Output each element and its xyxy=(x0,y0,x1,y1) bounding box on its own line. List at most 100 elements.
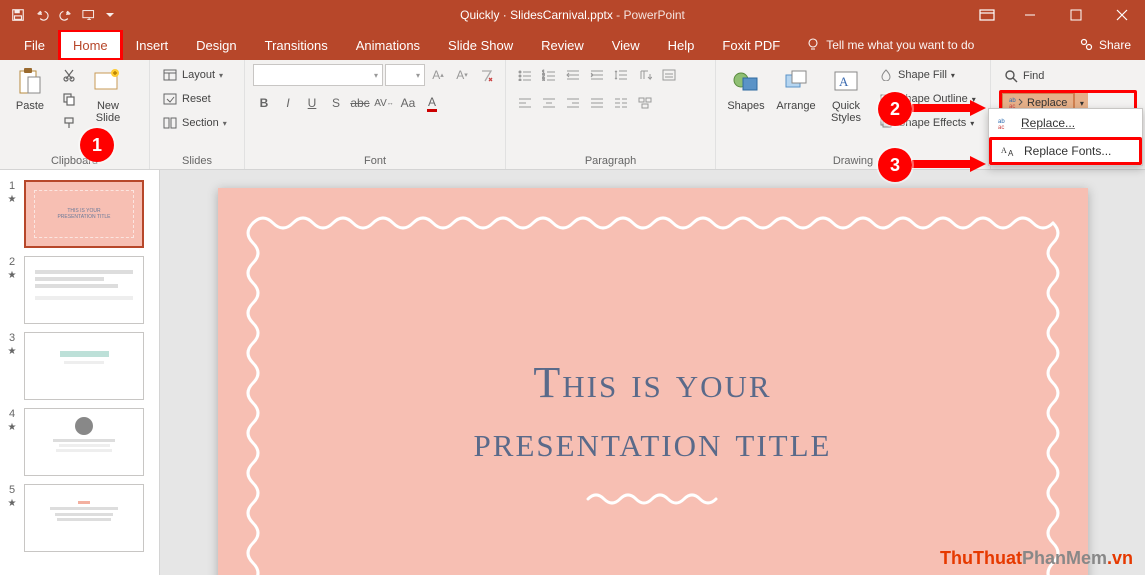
tab-transitions[interactable]: Transitions xyxy=(251,30,342,60)
tab-design[interactable]: Design xyxy=(182,30,250,60)
paste-button[interactable]: Paste xyxy=(8,64,52,112)
slide-thumbnail-5[interactable] xyxy=(24,484,144,552)
slide-thumbnail-2[interactable] xyxy=(24,256,144,324)
reset-button[interactable]: Reset xyxy=(158,88,231,110)
align-left-icon[interactable] xyxy=(514,92,536,114)
app-name: - PowerPoint xyxy=(613,8,685,22)
replace-icon: abac xyxy=(997,115,1013,131)
shape-fill-button[interactable]: Shape Fill ▾ xyxy=(874,64,980,86)
tab-file[interactable]: File xyxy=(10,30,59,60)
columns-icon[interactable] xyxy=(610,92,632,114)
svg-text:A: A xyxy=(1001,146,1007,155)
align-right-icon[interactable] xyxy=(562,92,584,114)
decrease-indent-icon[interactable] xyxy=(562,64,584,86)
arrange-button[interactable]: Arrange xyxy=(774,64,818,112)
title-bar: Quickly · SlidesCarnival.pptx - PowerPoi… xyxy=(0,0,1145,30)
align-text-icon[interactable] xyxy=(658,64,680,86)
underline-icon[interactable]: U xyxy=(301,92,323,114)
line-spacing-icon[interactable] xyxy=(610,64,632,86)
text-direction-icon[interactable] xyxy=(634,64,656,86)
minimize-button[interactable] xyxy=(1007,0,1053,30)
shapes-label: Shapes xyxy=(727,100,764,112)
tab-slideshow[interactable]: Slide Show xyxy=(434,30,527,60)
share-button[interactable]: Share xyxy=(1065,30,1145,60)
shape-fill-icon xyxy=(878,67,894,83)
qat-customize-icon[interactable] xyxy=(104,5,116,25)
annotation-arrow-3 xyxy=(912,154,987,172)
paste-label: Paste xyxy=(16,100,44,112)
character-spacing-icon[interactable]: AV↔ xyxy=(373,92,395,114)
thumb-number: 5 xyxy=(9,484,15,496)
decrease-font-size-icon[interactable]: A▾ xyxy=(451,64,473,86)
tab-insert[interactable]: Insert xyxy=(122,30,183,60)
start-from-beginning-icon[interactable] xyxy=(80,5,100,25)
share-icon xyxy=(1079,37,1093,54)
align-center-icon[interactable] xyxy=(538,92,560,114)
save-icon[interactable] xyxy=(8,5,28,25)
convert-smartart-icon[interactable] xyxy=(634,92,656,114)
tab-home[interactable]: Home xyxy=(59,30,122,60)
thumb-number: 2 xyxy=(9,256,15,268)
quick-styles-button[interactable]: A Quick Styles xyxy=(824,64,868,124)
share-label: Share xyxy=(1099,38,1131,52)
redo-icon[interactable] xyxy=(56,5,76,25)
maximize-button[interactable] xyxy=(1053,0,1099,30)
menu-item-replace[interactable]: abac Replace... xyxy=(989,109,1142,137)
animation-indicator-icon: ★ xyxy=(8,498,17,509)
quick-styles-icon: A xyxy=(830,66,862,98)
slide-thumbnail-3[interactable] xyxy=(24,332,144,400)
cut-icon[interactable] xyxy=(58,64,80,86)
arrange-label: Arrange xyxy=(776,100,815,112)
increase-indent-icon[interactable] xyxy=(586,64,608,86)
thumb-row: 1★ THIS IS YOURPRESENTATION TITLE xyxy=(0,176,159,252)
replace-fonts-icon: AA xyxy=(1000,143,1016,159)
tab-review[interactable]: Review xyxy=(527,30,598,60)
close-button[interactable] xyxy=(1099,0,1145,30)
paste-icon xyxy=(14,66,46,98)
undo-icon[interactable] xyxy=(32,5,52,25)
animation-indicator-icon: ★ xyxy=(8,194,17,205)
font-name-combo[interactable]: ▾ xyxy=(253,64,383,86)
annotation-arrow-2 xyxy=(912,98,987,116)
italic-icon[interactable]: I xyxy=(277,92,299,114)
shadow-icon[interactable]: S xyxy=(325,92,347,114)
bullets-icon[interactable] xyxy=(514,64,536,86)
slide[interactable]: This is your presentation title xyxy=(218,188,1088,575)
numbering-icon[interactable]: 123 xyxy=(538,64,560,86)
layout-button[interactable]: Layout ▾ xyxy=(158,64,231,86)
slide-thumbnail-4[interactable] xyxy=(24,408,144,476)
svg-text:3: 3 xyxy=(542,78,545,81)
arrange-icon xyxy=(780,66,812,98)
menu-item-replace-fonts[interactable]: AA Replace Fonts... xyxy=(989,137,1142,165)
font-size-combo[interactable]: ▾ xyxy=(385,64,425,86)
tab-view[interactable]: View xyxy=(598,30,654,60)
replace-dropdown-menu: abac Replace... AA Replace Fonts... xyxy=(988,108,1143,166)
ribbon-display-options-icon[interactable] xyxy=(967,0,1007,30)
slide-thumbnails-pane[interactable]: 1★ THIS IS YOURPRESENTATION TITLE 2★ 3★ … xyxy=(0,170,160,575)
font-color-icon[interactable]: A xyxy=(421,92,443,114)
copy-icon[interactable] xyxy=(58,88,80,110)
tell-me-label: Tell me what you want to do xyxy=(826,38,974,52)
format-painter-icon[interactable] xyxy=(58,112,80,134)
tab-foxit-pdf[interactable]: Foxit PDF xyxy=(708,30,794,60)
slide-decorative-border xyxy=(238,208,1068,575)
slide-canvas[interactable]: This is your presentation title xyxy=(160,170,1145,575)
tell-me-search[interactable]: Tell me what you want to do xyxy=(794,30,986,60)
new-slide-button[interactable]: New Slide xyxy=(86,64,130,124)
slide-thumbnail-1[interactable]: THIS IS YOURPRESENTATION TITLE xyxy=(24,180,144,248)
clear-formatting-icon[interactable] xyxy=(475,64,497,86)
svg-text:A: A xyxy=(1008,149,1014,157)
find-button[interactable]: Find xyxy=(999,64,1137,88)
justify-icon[interactable] xyxy=(586,92,608,114)
change-case-icon[interactable]: Aa xyxy=(397,92,419,114)
group-paragraph-label: Paragraph xyxy=(514,153,707,167)
tab-help[interactable]: Help xyxy=(654,30,709,60)
increase-font-size-icon[interactable]: A▴ xyxy=(427,64,449,86)
section-button[interactable]: Section ▾ xyxy=(158,112,231,134)
bold-icon[interactable]: B xyxy=(253,92,275,114)
shapes-button[interactable]: Shapes xyxy=(724,64,768,112)
tab-animations[interactable]: Animations xyxy=(342,30,434,60)
annotation-step-1: 1 xyxy=(80,128,114,162)
strikethrough-icon[interactable]: abc xyxy=(349,92,371,114)
quick-styles-label: Quick Styles xyxy=(831,100,861,124)
